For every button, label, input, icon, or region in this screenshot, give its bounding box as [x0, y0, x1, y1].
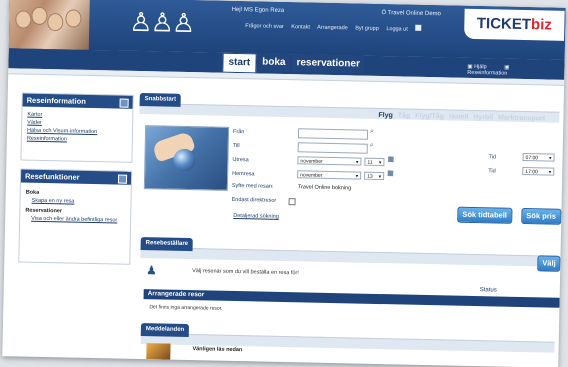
- no-arranged-trips-text: Det finns inga arrangerade resor.: [149, 304, 223, 312]
- utresa-label: Utresa: [232, 156, 249, 164]
- hemresa-day-select[interactable]: 13 ▾: [364, 171, 385, 181]
- hemresa-label: Hemresa: [232, 170, 255, 178]
- tid-home-select[interactable]: 17:00 ▾: [522, 166, 555, 176]
- utresa-month-select[interactable]: november ▾: [297, 156, 362, 166]
- till-label: Till: [232, 142, 240, 150]
- nav-arranged-link[interactable]: Arrangerade: [317, 25, 348, 32]
- calendar-icon[interactable]: ▦: [387, 169, 394, 177]
- message-thumbnail: [146, 343, 171, 360]
- mode-hyrbil[interactable]: Hyrbil: [473, 114, 493, 121]
- greeting-text: Hej! MS Egon Reza: [231, 6, 285, 14]
- utresa-day-select[interactable]: 11 ▾: [364, 157, 385, 167]
- direct-only-checkbox[interactable]: [288, 198, 296, 206]
- travel-globe-image: [143, 125, 230, 191]
- resebestallare-tab: Resebeställare: [140, 237, 194, 252]
- nav-contact-link[interactable]: Kontakt: [291, 24, 310, 30]
- message-text: Vänligen läs nedan: [192, 346, 243, 354]
- resefunk-title: Resefunktioner: [20, 169, 132, 185]
- mode-tag[interactable]: Tåg: [398, 112, 411, 119]
- mode-flyg[interactable]: Flyg: [378, 112, 393, 119]
- tab-start[interactable]: start: [222, 52, 257, 73]
- search-icon[interactable]: ⌕: [370, 142, 374, 150]
- nav-switch-group-link[interactable]: Byt grupp: [355, 25, 379, 31]
- fran-label: Från: [232, 128, 245, 136]
- company-label: Ö Travel Online Demo: [381, 10, 441, 18]
- syfte-value: Travel Online bokning: [297, 184, 352, 192]
- reseinformation-link[interactable]: Reseinformation: [27, 135, 127, 145]
- collapse-icon[interactable]: [117, 174, 128, 184]
- edit-reservations-link[interactable]: Visa och eller ändra befintliga resor: [25, 215, 125, 225]
- header-photo: [8, 0, 90, 50]
- tid-out-select[interactable]: 07:00 ▾: [522, 152, 555, 162]
- calendar-icon[interactable]: ▦: [387, 155, 394, 163]
- detailed-search-link[interactable]: Detaljerad sökning: [233, 213, 279, 220]
- snabbstart-tab: Snabbstart: [139, 92, 182, 107]
- tab-reservationer[interactable]: reservationer: [291, 54, 366, 74]
- choose-traveller-text: Välj resenär som du vill beställa en res…: [192, 268, 299, 277]
- mode-flyg-tag[interactable]: Flyg/Tåg: [415, 113, 444, 121]
- mode-hotell[interactable]: Hotell: [449, 113, 469, 120]
- search-icon[interactable]: ⌕: [370, 128, 374, 136]
- resefunk-panel: Resefunktioner Boka Skapa en ny resa Res…: [18, 168, 133, 265]
- traveller-icon: ♟: [145, 263, 158, 278]
- help-links: ▣ Hjälp ▣ Reseinformation: [467, 64, 564, 78]
- direct-only-label: Endast direktresor: [231, 196, 277, 204]
- reseinfo-title: Reseinformation: [22, 93, 133, 109]
- till-input[interactable]: [297, 142, 368, 154]
- collapse-icon[interactable]: [119, 98, 129, 108]
- fran-input[interactable]: [297, 128, 369, 140]
- choose-button[interactable]: Välj: [537, 255, 561, 272]
- ticketbiz-logo[interactable]: TICKETbiz: [464, 8, 565, 41]
- tid-label-out: Tid: [488, 154, 497, 161]
- ticketbiz-page: ♙♙♙ Hej! MS Egon Reza Ö Travel Online De…: [2, 0, 566, 367]
- reseinfo-panel: Reseinformation Kartor Väder Hälsa och V…: [20, 92, 134, 163]
- tab-boka[interactable]: boka: [256, 53, 291, 73]
- new-trip-link[interactable]: Skapa en ny resa: [25, 197, 125, 207]
- search-timetable-button[interactable]: Sök tidtabell: [457, 206, 513, 224]
- syfte-label: Syfte med resan:: [231, 182, 274, 190]
- tid-label-home: Tid: [488, 168, 496, 175]
- mode-marktransport[interactable]: Marktransport: [498, 114, 545, 122]
- search-price-button[interactable]: Sök pris: [521, 207, 562, 225]
- status-column-header: Status: [479, 287, 497, 294]
- hemresa-month-select[interactable]: november ▾: [297, 170, 362, 180]
- logout-icon[interactable]: [415, 24, 422, 31]
- nav-logout-link[interactable]: Logga ut: [386, 26, 408, 32]
- meddelanden-tab: Meddelanden: [140, 323, 190, 338]
- travellers-silhouette-icon: ♙♙♙: [129, 6, 194, 39]
- nav-faq-link[interactable]: Frågor och svar: [245, 23, 284, 30]
